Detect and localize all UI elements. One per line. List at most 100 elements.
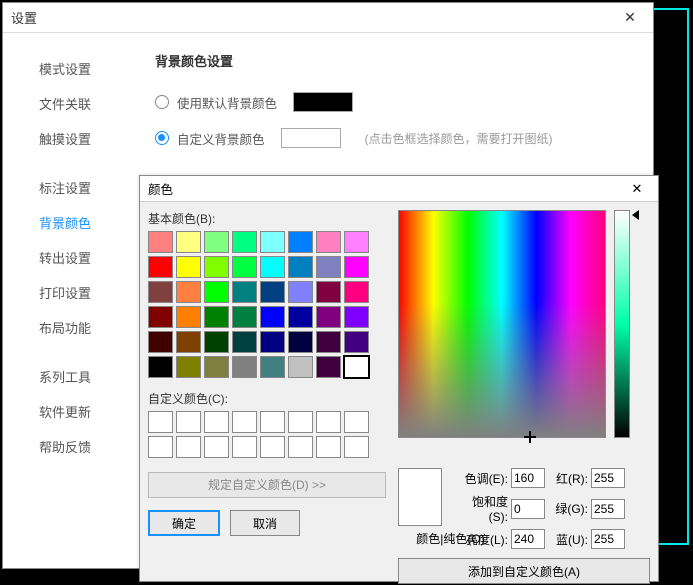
basic-color-6[interactable] <box>316 231 341 253</box>
custom-color-slot-13[interactable] <box>288 436 313 458</box>
basic-color-2[interactable] <box>204 231 229 253</box>
basic-color-46[interactable] <box>316 356 341 378</box>
basic-color-26[interactable] <box>204 306 229 328</box>
default-color-swatch[interactable] <box>293 92 353 112</box>
settings-title: 设置 <box>11 8 615 27</box>
basic-color-22[interactable] <box>316 281 341 303</box>
define-custom-button[interactable]: 规定自定义颜色(D) >> <box>148 472 386 498</box>
basic-color-3[interactable] <box>232 231 257 253</box>
custom-color-swatch[interactable] <box>281 128 341 148</box>
basic-color-30[interactable] <box>316 306 341 328</box>
basic-color-24[interactable] <box>148 306 173 328</box>
basic-color-45[interactable] <box>288 356 313 378</box>
sat-label: 饱和度(S): <box>453 493 511 524</box>
basic-color-35[interactable] <box>232 331 257 353</box>
custom-color-slot-10[interactable] <box>204 436 229 458</box>
basic-color-28[interactable] <box>260 306 285 328</box>
radio-default-row[interactable]: 使用默认背景颜色 <box>155 92 633 112</box>
settings-close-button[interactable]: ✕ <box>615 3 645 33</box>
basic-color-29[interactable] <box>288 306 313 328</box>
basic-color-47[interactable] <box>344 356 369 378</box>
basic-color-37[interactable] <box>288 331 313 353</box>
hint-text: (点击色框选择颜色，需要打开图纸) <box>365 130 553 147</box>
sidebar-item-0[interactable]: 模式设置 <box>39 51 135 86</box>
basic-color-31[interactable] <box>344 306 369 328</box>
sidebar-item-8[interactable]: 系列工具 <box>39 359 135 394</box>
red-input[interactable] <box>591 468 625 488</box>
custom-color-slot-1[interactable] <box>176 411 201 433</box>
green-input[interactable] <box>591 499 625 519</box>
basic-color-42[interactable] <box>204 356 229 378</box>
custom-color-slot-4[interactable] <box>260 411 285 433</box>
sidebar-item-10[interactable]: 帮助反馈 <box>39 429 135 464</box>
sidebar-item-5[interactable]: 转出设置 <box>39 240 135 275</box>
sidebar-item-1[interactable]: 文件关联 <box>39 86 135 121</box>
basic-color-16[interactable] <box>148 281 173 303</box>
sidebar-item-4[interactable]: 背景颜色 <box>39 205 135 240</box>
basic-color-15[interactable] <box>344 256 369 278</box>
basic-color-7[interactable] <box>344 231 369 253</box>
sidebar-item-3[interactable]: 标注设置 <box>39 170 135 205</box>
sidebar-item-7[interactable]: 布局功能 <box>39 310 135 345</box>
basic-color-17[interactable] <box>176 281 201 303</box>
basic-color-41[interactable] <box>176 356 201 378</box>
basic-color-10[interactable] <box>204 256 229 278</box>
custom-color-slot-2[interactable] <box>204 411 229 433</box>
basic-color-12[interactable] <box>260 256 285 278</box>
basic-color-1[interactable] <box>176 231 201 253</box>
sidebar-item-6[interactable]: 打印设置 <box>39 275 135 310</box>
color-dialog-close-button[interactable]: ✕ <box>624 176 650 202</box>
hue-input[interactable] <box>511 468 545 488</box>
radio-custom-row[interactable]: 自定义背景颜色 (点击色框选择颜色，需要打开图纸) <box>155 128 633 148</box>
basic-color-44[interactable] <box>260 356 285 378</box>
add-to-custom-button[interactable]: 添加到自定义颜色(A) <box>398 558 650 584</box>
lum-input[interactable] <box>511 529 545 549</box>
basic-color-25[interactable] <box>176 306 201 328</box>
color-gradient-field[interactable] <box>398 210 606 438</box>
basic-color-38[interactable] <box>316 331 341 353</box>
sidebar-item-2[interactable]: 触摸设置 <box>39 121 135 156</box>
basic-color-9[interactable] <box>176 256 201 278</box>
radio-custom[interactable] <box>155 131 169 145</box>
custom-color-slot-3[interactable] <box>232 411 257 433</box>
custom-color-slot-6[interactable] <box>316 411 341 433</box>
basic-color-5[interactable] <box>288 231 313 253</box>
sat-input[interactable] <box>511 499 545 519</box>
custom-color-slot-9[interactable] <box>176 436 201 458</box>
basic-color-40[interactable] <box>148 356 173 378</box>
custom-color-slot-11[interactable] <box>232 436 257 458</box>
custom-color-slot-15[interactable] <box>344 436 369 458</box>
basic-color-36[interactable] <box>260 331 285 353</box>
blue-input[interactable] <box>591 529 625 549</box>
basic-color-0[interactable] <box>148 231 173 253</box>
custom-color-slot-5[interactable] <box>288 411 313 433</box>
basic-color-19[interactable] <box>232 281 257 303</box>
basic-color-18[interactable] <box>204 281 229 303</box>
luminance-strip[interactable] <box>614 210 630 438</box>
custom-color-slot-14[interactable] <box>316 436 341 458</box>
basic-color-23[interactable] <box>344 281 369 303</box>
basic-color-39[interactable] <box>344 331 369 353</box>
sidebar-item-9[interactable]: 软件更新 <box>39 394 135 429</box>
luminance-arrow[interactable] <box>632 210 639 220</box>
basic-color-43[interactable] <box>232 356 257 378</box>
custom-color-slot-0[interactable] <box>148 411 173 433</box>
basic-color-27[interactable] <box>232 306 257 328</box>
ok-button[interactable]: 确定 <box>148 510 220 536</box>
radio-default[interactable] <box>155 95 169 109</box>
custom-color-slot-7[interactable] <box>344 411 369 433</box>
cancel-button[interactable]: 取消 <box>230 510 300 536</box>
basic-color-20[interactable] <box>260 281 285 303</box>
basic-color-13[interactable] <box>288 256 313 278</box>
custom-color-slot-8[interactable] <box>148 436 173 458</box>
radio-custom-label: 自定义背景颜色 <box>177 129 265 148</box>
basic-color-21[interactable] <box>288 281 313 303</box>
basic-color-4[interactable] <box>260 231 285 253</box>
basic-color-33[interactable] <box>176 331 201 353</box>
basic-color-11[interactable] <box>232 256 257 278</box>
basic-color-8[interactable] <box>148 256 173 278</box>
basic-color-32[interactable] <box>148 331 173 353</box>
custom-color-slot-12[interactable] <box>260 436 285 458</box>
basic-color-34[interactable] <box>204 331 229 353</box>
basic-color-14[interactable] <box>316 256 341 278</box>
